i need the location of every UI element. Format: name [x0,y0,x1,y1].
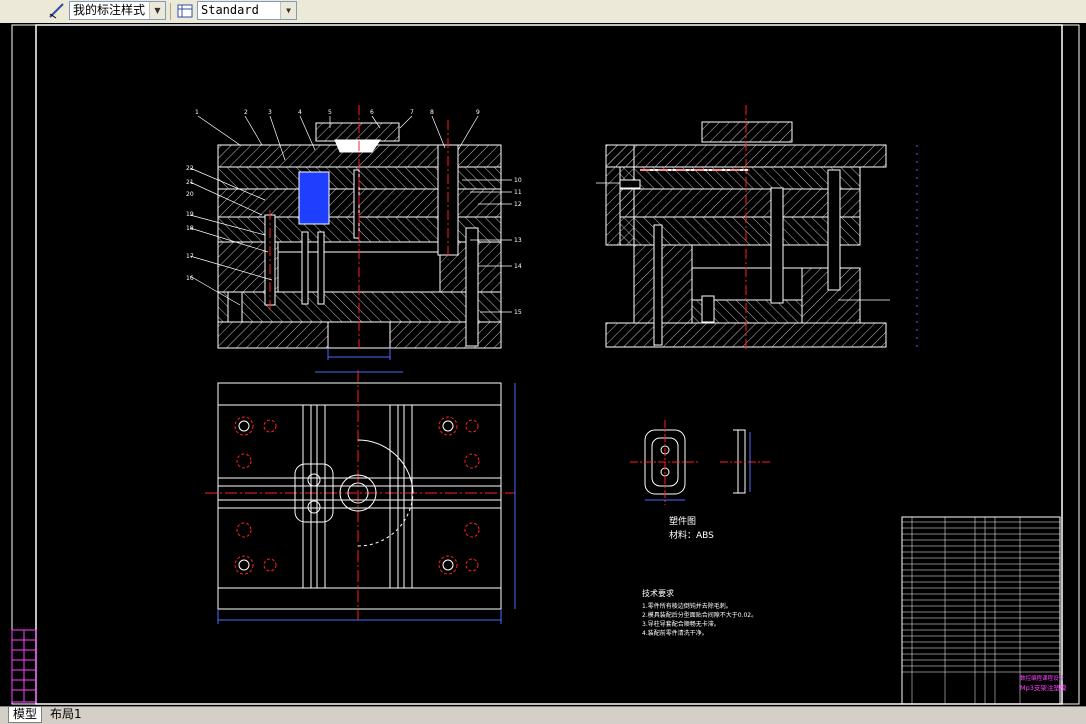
material-label: 材料：ABS [669,529,714,541]
svg-text:1: 1 [195,109,199,116]
svg-text:14: 14 [514,263,522,270]
chevron-down-icon[interactable]: ▼ [280,2,296,19]
tab-model[interactable]: 模型 [8,707,43,723]
svg-text:20: 20 [186,191,194,198]
chevron-down-icon[interactable]: ▼ [149,2,165,19]
svg-text:17: 17 [186,253,194,260]
svg-text:19: 19 [186,211,194,218]
tech-note-1: 1.零件所有棱边倒钝并去除毛刺。 [642,602,732,610]
layout-tab-bar: 模型 布局1 [0,706,1086,724]
svg-text:21: 21 [186,179,194,186]
toolbar-separator [170,3,171,20]
tech-note-4: 4.装配前零件清洗干净。 [642,629,708,637]
svg-text:4: 4 [298,109,302,116]
part-detail-view: 塑件图 材料：ABS [630,420,770,541]
svg-text:8: 8 [430,109,434,116]
part-caption: 塑件图 [669,515,696,527]
svg-text:6: 6 [370,109,374,116]
title-block: Mp3支架注塑模 数控编程课程设计 [901,516,1067,705]
svg-text:2: 2 [244,109,248,116]
svg-text:15: 15 [514,309,522,316]
drawing-canvas[interactable]: 1234 56789 10 11 12 13 14 15 16 17 18 19 20 21 22 [0,23,1086,706]
svg-text:13: 13 [514,237,522,244]
svg-text:5: 5 [328,109,332,116]
table-style-value: Standard [201,3,259,17]
svg-text:7: 7 [410,109,414,116]
plan-view [205,370,516,624]
title-block-subtitle: 数控编程课程设计 [1020,674,1065,682]
svg-text:9: 9 [476,109,480,116]
svg-text:3: 3 [268,109,272,116]
binding-margin-table [11,629,37,703]
tech-title: 技术要求 [642,588,674,598]
toolbar: 我的标注样式 ▼ Standard ▼ [0,0,1086,24]
technical-requirements: 技术要求 1.零件所有棱边倒钝并去除毛刺。 2.模具装配后分型面贴合间隙不大于0… [642,588,757,637]
svg-text:12: 12 [514,201,522,208]
tech-note-3: 3.导柱导套配合顺畅无卡滞。 [642,620,720,628]
dim-style-select[interactable]: 我的标注样式 ▼ [69,1,166,20]
svg-text:22: 22 [186,165,194,172]
svg-text:10: 10 [514,177,522,184]
dim-style-value: 我的标注样式 [73,3,146,17]
table-style-icon[interactable] [176,2,194,20]
side-section-view [596,105,918,350]
title-block-title: Mp3支架注塑模 [1020,683,1067,692]
front-section-view: 1234 56789 10111213 14151617 1819202122 [186,105,522,360]
tab-layout1[interactable]: 布局1 [46,707,86,722]
drawing-frame [11,24,1080,705]
table-style-select[interactable]: Standard ▼ [197,1,297,20]
svg-text:11: 11 [514,189,522,196]
tech-note-2: 2.模具装配后分型面贴合间隙不大于0.02。 [642,611,757,619]
dim-style-icon[interactable] [48,2,66,20]
svg-text:18: 18 [186,225,194,232]
svg-text:16: 16 [186,275,194,282]
